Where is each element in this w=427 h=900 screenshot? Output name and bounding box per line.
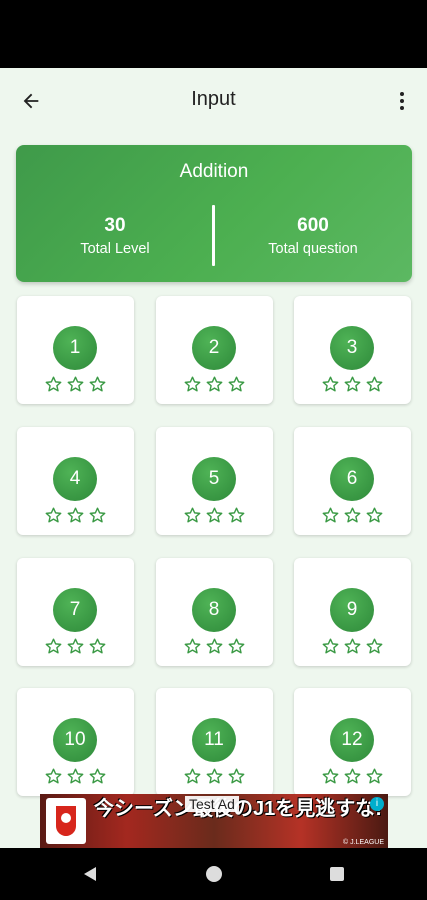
level-number-badge: 7 bbox=[53, 588, 97, 632]
level-card[interactable]: 7 bbox=[17, 558, 134, 666]
level-card[interactable]: 3 bbox=[294, 296, 411, 404]
star-outline-icon bbox=[365, 637, 384, 656]
level-stars bbox=[17, 637, 134, 656]
star-outline-icon bbox=[44, 767, 63, 786]
level-stars bbox=[17, 767, 134, 786]
total-question-label: Total question bbox=[268, 241, 358, 257]
level-card[interactable]: 9 bbox=[294, 558, 411, 666]
level-number-badge: 9 bbox=[330, 588, 374, 632]
level-number-badge: 10 bbox=[53, 718, 97, 762]
star-outline-icon bbox=[321, 375, 340, 394]
app-screen: Input Addition 30 Total Level 600 Total … bbox=[0, 68, 427, 848]
level-number-badge: 12 bbox=[330, 718, 374, 762]
ad-banner[interactable]: 今シーズン最後のJ1を見逃すな! Test Ad i © J.LEAGUE bbox=[40, 794, 388, 848]
star-outline-icon bbox=[44, 637, 63, 656]
circle-home-icon bbox=[206, 866, 222, 882]
level-stars bbox=[156, 767, 273, 786]
star-outline-icon bbox=[343, 767, 362, 786]
star-outline-icon bbox=[321, 637, 340, 656]
star-outline-icon bbox=[227, 767, 246, 786]
nav-back-button[interactable] bbox=[78, 862, 102, 886]
level-stars bbox=[156, 375, 273, 394]
star-outline-icon bbox=[205, 375, 224, 394]
star-outline-icon bbox=[183, 767, 202, 786]
star-outline-icon bbox=[227, 637, 246, 656]
level-number-badge: 8 bbox=[192, 588, 236, 632]
level-stars bbox=[294, 637, 411, 656]
star-outline-icon bbox=[321, 767, 340, 786]
star-outline-icon bbox=[343, 375, 362, 394]
level-number-badge: 3 bbox=[330, 326, 374, 370]
level-stars bbox=[156, 506, 273, 525]
star-outline-icon bbox=[343, 637, 362, 656]
level-stars bbox=[294, 767, 411, 786]
jleague-logo bbox=[46, 798, 86, 844]
level-card[interactable]: 5 bbox=[156, 427, 273, 535]
ad-info-icon[interactable]: i bbox=[370, 797, 384, 811]
star-outline-icon bbox=[365, 767, 384, 786]
star-outline-icon bbox=[183, 375, 202, 394]
level-card[interactable]: 8 bbox=[156, 558, 273, 666]
star-outline-icon bbox=[183, 637, 202, 656]
ad-copyright: © J.LEAGUE bbox=[343, 839, 384, 846]
status-bar bbox=[0, 0, 427, 68]
star-outline-icon bbox=[44, 506, 63, 525]
star-outline-icon bbox=[183, 506, 202, 525]
level-card[interactable]: 12 bbox=[294, 688, 411, 796]
level-card[interactable]: 10 bbox=[17, 688, 134, 796]
page-title: Input bbox=[191, 88, 236, 110]
star-outline-icon bbox=[66, 375, 85, 394]
star-outline-icon bbox=[66, 767, 85, 786]
star-outline-icon bbox=[365, 506, 384, 525]
level-stars bbox=[17, 375, 134, 394]
level-number-badge: 11 bbox=[192, 718, 236, 762]
nav-recents-button[interactable] bbox=[325, 862, 349, 886]
level-stars bbox=[156, 637, 273, 656]
level-stars bbox=[294, 375, 411, 394]
overflow-menu-button[interactable] bbox=[387, 84, 417, 118]
nav-home-button[interactable] bbox=[202, 862, 226, 886]
level-card[interactable]: 1 bbox=[17, 296, 134, 404]
star-outline-icon bbox=[343, 506, 362, 525]
level-stars bbox=[294, 506, 411, 525]
star-outline-icon bbox=[88, 637, 107, 656]
star-outline-icon bbox=[88, 506, 107, 525]
level-card[interactable]: 4 bbox=[17, 427, 134, 535]
star-outline-icon bbox=[66, 506, 85, 525]
level-number-badge: 2 bbox=[192, 326, 236, 370]
ad-label: Test Ad bbox=[185, 796, 239, 812]
level-number-badge: 1 bbox=[53, 326, 97, 370]
level-number-badge: 4 bbox=[53, 457, 97, 501]
star-outline-icon bbox=[88, 767, 107, 786]
star-outline-icon bbox=[88, 375, 107, 394]
summary-card: Addition 30 Total Level 600 Total questi… bbox=[16, 145, 412, 282]
star-outline-icon bbox=[205, 767, 224, 786]
triangle-back-icon bbox=[84, 867, 96, 881]
star-outline-icon bbox=[66, 637, 85, 656]
total-level-value: 30 bbox=[104, 215, 126, 236]
total-level-stat: 30 Total Level bbox=[16, 215, 214, 257]
star-outline-icon bbox=[321, 506, 340, 525]
level-card[interactable]: 6 bbox=[294, 427, 411, 535]
summary-title: Addition bbox=[179, 161, 249, 182]
square-recents-icon bbox=[330, 867, 344, 881]
star-outline-icon bbox=[44, 375, 63, 394]
more-vert-icon bbox=[400, 92, 404, 110]
total-question-value: 600 bbox=[297, 215, 329, 236]
star-outline-icon bbox=[227, 506, 246, 525]
star-outline-icon bbox=[205, 506, 224, 525]
star-outline-icon bbox=[365, 375, 384, 394]
level-number-badge: 5 bbox=[192, 457, 236, 501]
level-number-badge: 6 bbox=[330, 457, 374, 501]
system-nav-bar bbox=[0, 848, 427, 900]
level-card[interactable]: 2 bbox=[156, 296, 273, 404]
star-outline-icon bbox=[227, 375, 246, 394]
level-card[interactable]: 11 bbox=[156, 688, 273, 796]
total-question-stat: 600 Total question bbox=[214, 215, 412, 257]
star-outline-icon bbox=[205, 637, 224, 656]
total-level-label: Total Level bbox=[80, 241, 150, 257]
level-stars bbox=[17, 506, 134, 525]
toolbar: Input bbox=[0, 68, 427, 132]
